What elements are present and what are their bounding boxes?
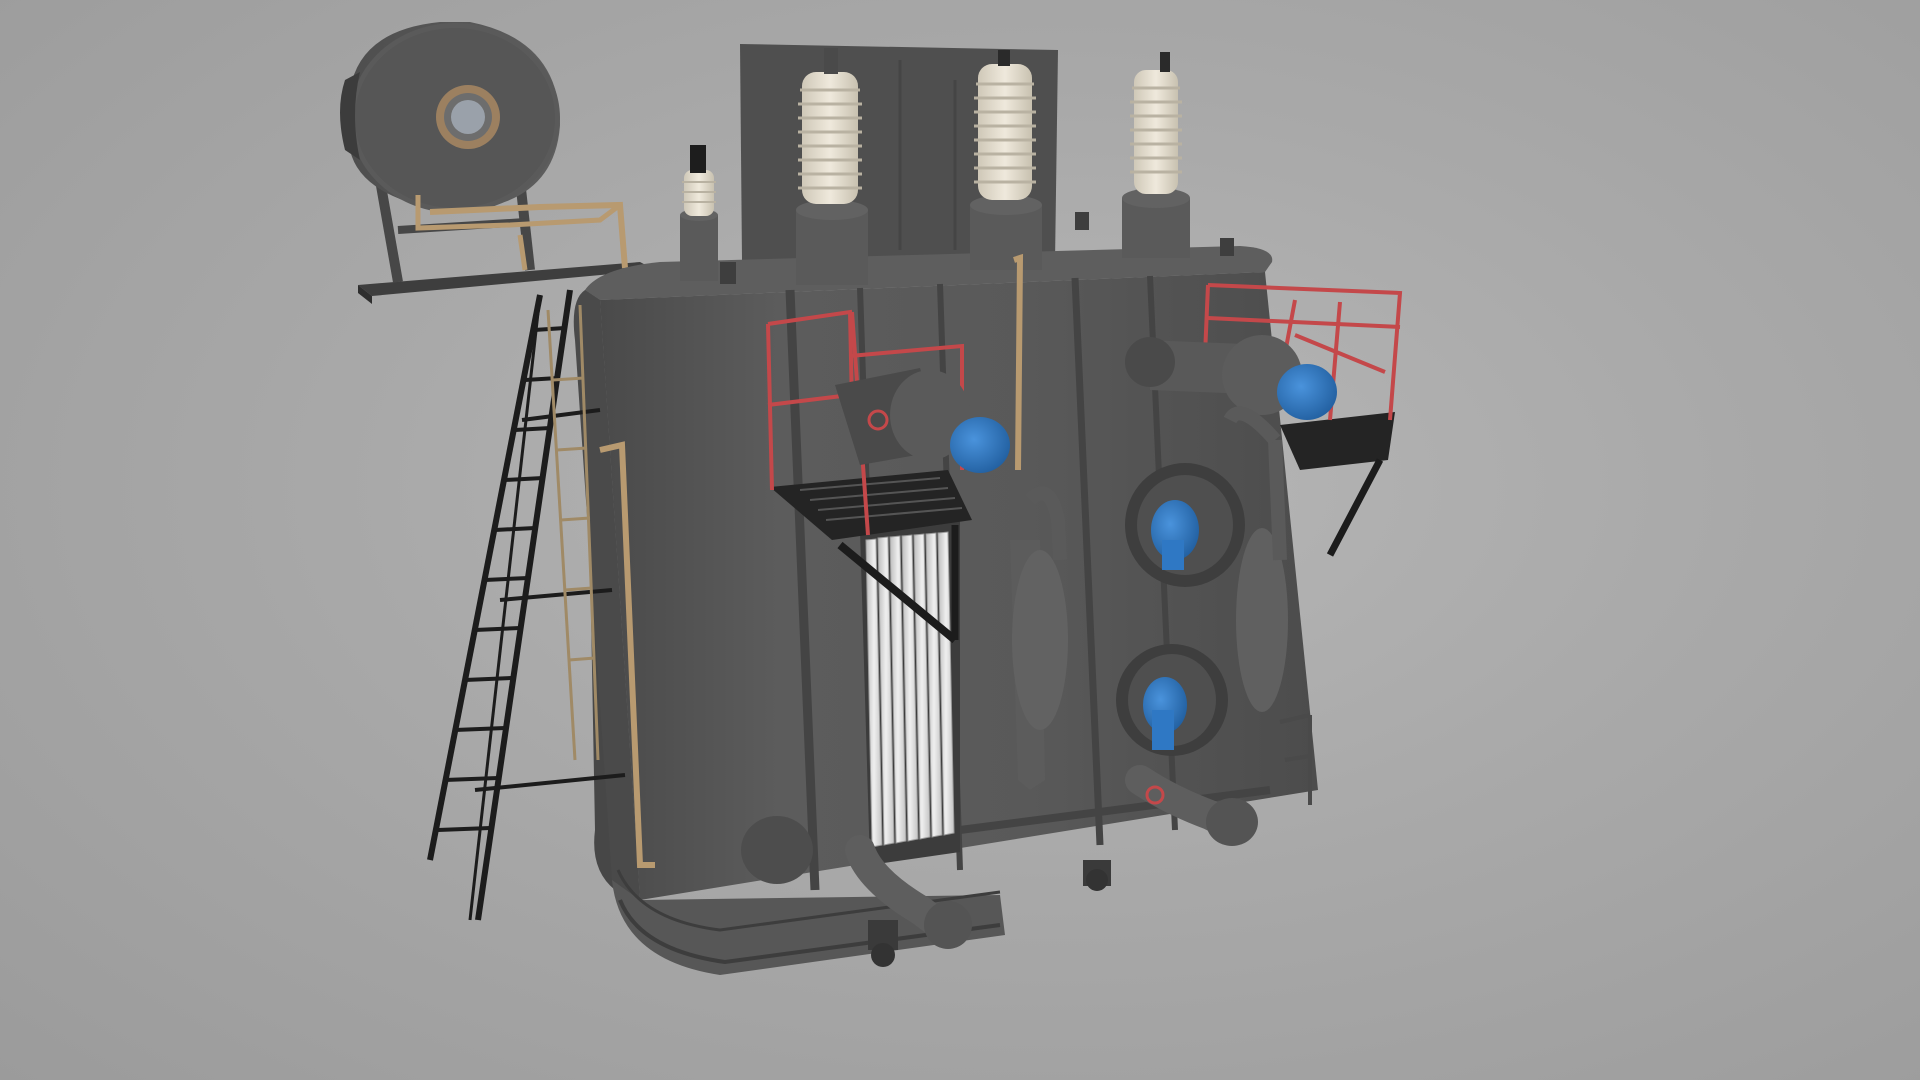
hv-bushing-1: [796, 48, 868, 285]
hv-bushing-2: [970, 50, 1042, 270]
fan-motor-icon: [950, 417, 1010, 473]
conservator-tank: [340, 22, 655, 304]
lv-bushing: [680, 145, 718, 281]
transformer-model: [340, 22, 1403, 975]
hv-bushing-3: [1122, 52, 1190, 258]
viewport-3d[interactable]: [0, 0, 1920, 1080]
cooling-fan-lower: [1116, 644, 1228, 756]
cooling-fan-middle: [1125, 463, 1245, 587]
fan-motor-icon: [1277, 364, 1337, 420]
